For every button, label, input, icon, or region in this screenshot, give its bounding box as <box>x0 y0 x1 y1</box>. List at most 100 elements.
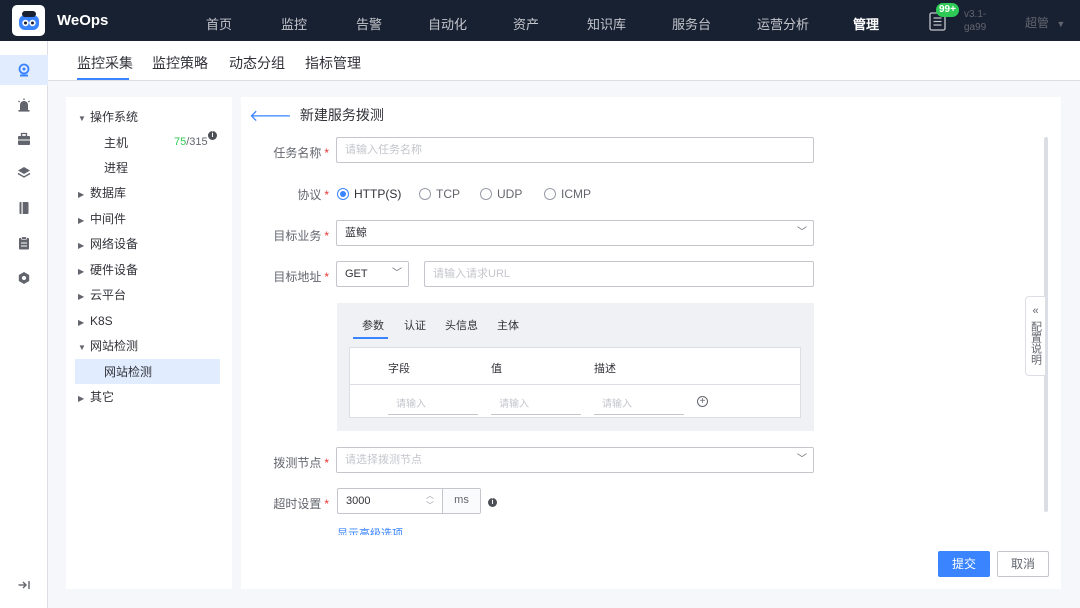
form-panel: 🡐 新建服务拨测 任务名称 * 请输入任务名称 协议 * HTTP(S) TCP U… <box>241 97 1061 589</box>
tree-node-cloud[interactable]: ▶ 云平台 <box>78 283 126 307</box>
sidebar-item-alarm[interactable] <box>12 93 36 117</box>
caret-down-icon: ▼ <box>78 114 86 123</box>
back-arrow-icon[interactable]: 🡐 <box>249 105 292 126</box>
request-config-box: 参数 认证 头信息 主体 字段 值 描述 请输入 请输入 请输入 + <box>337 303 814 431</box>
tab-metric-manage[interactable]: 指标管理 <box>305 53 361 73</box>
sidebar-item-settings[interactable] <box>12 266 36 290</box>
nav-service-desk[interactable]: 服务台 <box>672 14 711 33</box>
probe-node-label: 拨测节点 * <box>273 456 329 470</box>
alarm-icon <box>18 98 30 112</box>
logo-icon[interactable] <box>12 5 45 36</box>
nav-home[interactable]: 首页 <box>206 14 232 33</box>
active-tab-indicator <box>77 78 129 80</box>
page-header: 🡐 新建服务拨测 <box>249 105 384 125</box>
caret-right-icon: ▶ <box>78 394 85 403</box>
radio-udp[interactable]: UDP <box>480 187 522 201</box>
task-name-input[interactable]: 请输入任务名称 <box>336 137 814 163</box>
tab-monitor-strategy[interactable]: 监控策略 <box>152 53 208 73</box>
sidebar-item-monitor-collect[interactable] <box>0 55 48 85</box>
double-chevron-left-icon: « <box>1032 305 1039 317</box>
submit-button[interactable]: 提交 <box>938 551 990 577</box>
cancel-button[interactable]: 取消 <box>997 551 1049 577</box>
hexagon-gear-icon <box>18 272 30 284</box>
tree-node-process[interactable]: 进程 <box>104 156 128 180</box>
chevron-down-icon: ﹀ <box>392 268 402 279</box>
user-menu[interactable]: 超管 ▼ <box>1025 14 1065 31</box>
target-address-label: 目标地址 * <box>273 270 329 284</box>
nav-monitor[interactable]: 监控 <box>281 14 307 33</box>
timeout-value: 3000 <box>346 495 371 507</box>
radio-https[interactable]: HTTP(S) <box>337 187 401 201</box>
task-name-label: 任务名称 * <box>273 146 329 160</box>
page-title: 新建服务拨测 <box>299 107 384 123</box>
module-tabs: 监控采集 监控策略 动态分组 指标管理 <box>48 41 1080 81</box>
tree-node-host[interactable]: 主机 <box>104 131 128 155</box>
tab-monitor-collect[interactable]: 监控采集 <box>77 53 133 73</box>
info-icon[interactable]: i <box>488 498 497 507</box>
caret-down-icon: ▼ <box>78 343 86 352</box>
radio-icmp[interactable]: ICMP <box>544 187 591 201</box>
nav-knowledge[interactable]: 知识库 <box>587 14 626 33</box>
param-value-input[interactable]: 请输入 <box>491 395 581 415</box>
layers-icon <box>17 167 31 178</box>
tree-node-network[interactable]: ▶ 网络设备 <box>78 232 138 256</box>
caret-right-icon: ▶ <box>78 318 85 327</box>
user-name: 超管 <box>1025 16 1050 30</box>
book-icon <box>19 202 29 214</box>
url-input[interactable]: 请输入请求URL <box>424 261 814 287</box>
tree-node-website-check[interactable]: 网站检测 <box>104 360 152 384</box>
sidebar-collapse-button[interactable] <box>12 573 36 597</box>
camera-icon <box>18 63 30 77</box>
tab-dynamic-group[interactable]: 动态分组 <box>229 53 285 73</box>
nav-alarm[interactable]: 告警 <box>356 14 382 33</box>
timeout-label: 超时设置 * <box>273 497 329 511</box>
probe-node-select[interactable]: 请选择拨测节点 ﹀ <box>336 447 814 473</box>
param-field-input[interactable]: 请输入 <box>388 395 478 415</box>
config-help-toggle[interactable]: « 配置说明 <box>1025 296 1045 376</box>
subtab-headers[interactable]: 头信息 <box>445 317 478 333</box>
clipboard-icon <box>19 236 29 250</box>
protocol-label: 协议 * <box>297 188 329 202</box>
sidebar-item-clipboard[interactable] <box>12 231 36 255</box>
subtab-auth[interactable]: 认证 <box>404 317 426 333</box>
nav-operations-analysis[interactable]: 运营分析 <box>757 14 809 33</box>
radio-tcp[interactable]: TCP <box>419 187 460 201</box>
nav-automation[interactable]: 自动化 <box>428 14 467 33</box>
stepper-arrows-icon[interactable]: ︿ ﹀ <box>425 491 435 511</box>
sidebar-item-layers[interactable] <box>12 161 36 185</box>
config-help-label: 配置说明 <box>1029 321 1042 365</box>
caret-right-icon: ▶ <box>78 190 85 199</box>
subtab-params[interactable]: 参数 <box>362 317 384 333</box>
caret-right-icon: ▶ <box>78 292 85 301</box>
chevron-down-icon: ▼ <box>1056 19 1066 29</box>
caret-right-icon: ▶ <box>78 216 85 225</box>
param-description-input[interactable]: 请输入 <box>594 395 684 415</box>
collapse-icon <box>18 581 30 589</box>
tree-node-os[interactable]: ▼ 操作系统 <box>78 105 138 129</box>
tree-node-database[interactable]: ▶ 数据库 <box>78 181 126 205</box>
timeout-stepper[interactable]: 3000 ︿ ﹀ ms <box>337 488 481 514</box>
tree-node-other[interactable]: ▶ 其它 <box>78 385 114 409</box>
version-label: v3.1-ga99 <box>964 9 987 33</box>
nav-manage[interactable]: 管理 <box>853 14 879 33</box>
subtab-indicator <box>353 337 388 339</box>
tree-node-hardware[interactable]: ▶ 硬件设备 <box>78 258 138 282</box>
category-tree: ▼ 操作系统 主机 75/315 i 进程 ▶ 数据库 ▶ 中间件 ▶ 网络设备 ▶ 硬件… <box>66 97 232 589</box>
http-method-select[interactable]: GET ﹀ <box>336 261 409 287</box>
tree-node-middleware[interactable]: ▶ 中间件 <box>78 207 126 231</box>
brand-name: WeOps <box>57 12 109 29</box>
subtab-body[interactable]: 主体 <box>497 317 519 333</box>
tree-node-website[interactable]: ▼ 网站检测 <box>78 334 138 358</box>
sidebar-item-toolbox[interactable] <box>12 127 36 151</box>
timeout-unit: ms <box>442 489 480 513</box>
sidebar-item-book[interactable] <box>12 196 36 220</box>
add-row-icon[interactable]: + <box>697 396 708 407</box>
show-advanced-link[interactable]: 显示高级选项 <box>337 525 403 535</box>
nav-assets[interactable]: 资产 <box>513 14 539 33</box>
icon-sidebar <box>0 41 48 608</box>
info-icon[interactable]: i <box>208 131 217 140</box>
target-business-select[interactable]: 蓝鲸 ﹀ <box>336 220 814 246</box>
tree-node-k8s[interactable]: ▶ K8S <box>78 309 113 333</box>
column-description: 描述 <box>594 363 616 375</box>
host-count: 75/315 <box>174 136 208 148</box>
